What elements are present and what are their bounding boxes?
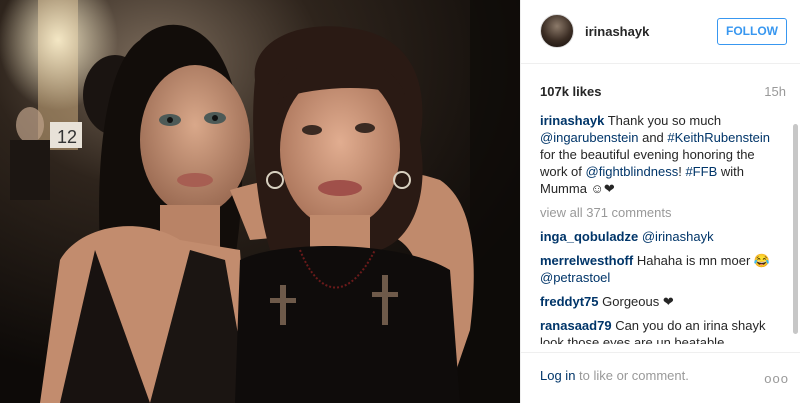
mention-link[interactable]: @ingarubenstein <box>540 130 638 145</box>
comment-username[interactable]: inga_qobuladze <box>540 229 638 244</box>
avatar[interactable] <box>540 14 574 48</box>
comments-scrollbar[interactable] <box>792 112 798 344</box>
scrollbar-thumb[interactable] <box>793 124 798 334</box>
login-prompt: Log in to like or comment. <box>540 368 689 383</box>
comment-text: Hahaha is mn moer 😂 <box>636 253 771 268</box>
ellipsis-icon[interactable]: ooo <box>764 371 789 386</box>
comment-username[interactable]: merrelwesthoff <box>540 253 633 268</box>
comment-item: ranasaad79 Can you do an irina shayk loo… <box>540 317 784 344</box>
mention-link[interactable]: @petrastoel <box>540 270 610 285</box>
comment-item: freddyt75 Gorgeous ❤ <box>540 293 784 310</box>
post-sidebar: irinashayk FOLLOW 107k likes 15h irinash… <box>520 0 800 403</box>
likes-count[interactable]: 107k likes <box>540 84 601 99</box>
table-number: 12 <box>57 127 77 147</box>
post-footer: Log in to like or comment. ooo <box>521 352 800 403</box>
comment-username[interactable]: ranasaad79 <box>540 318 612 333</box>
comment-text: Gorgeous ❤ <box>602 294 674 309</box>
post-time[interactable]: 15h <box>764 84 786 99</box>
comments-list: irinashayk Thank you so much @ingarubens… <box>540 112 784 344</box>
comment-username[interactable]: freddyt75 <box>540 294 599 309</box>
mention-link[interactable]: @irinashayk <box>642 229 714 244</box>
caption: irinashayk Thank you so much @ingarubens… <box>540 112 784 197</box>
login-link[interactable]: Log in <box>540 368 575 383</box>
comment-item: merrelwesthoff Hahaha is mn moer 😂 @petr… <box>540 252 784 286</box>
comment-text: Thank you so much <box>604 113 722 128</box>
photo-illustration: 12 <box>0 0 520 403</box>
login-prompt-rest: to like or comment. <box>575 368 689 383</box>
view-all-comments-link[interactable]: view all 371 comments <box>540 204 784 221</box>
comment-text: and <box>638 130 668 145</box>
comment-items: inga_qobuladze @irinashayk merrelwesthoff… <box>540 228 784 344</box>
post-header: irinashayk FOLLOW <box>521 0 800 64</box>
comment-item: inga_qobuladze @irinashayk <box>540 228 784 245</box>
mention-link[interactable]: @fightblindness <box>586 164 679 179</box>
post-photo[interactable]: 12 <box>0 0 520 403</box>
follow-button[interactable]: FOLLOW <box>717 18 787 45</box>
header-username[interactable]: irinashayk <box>585 24 649 39</box>
mention-link[interactable]: #KeithRubenstein <box>667 130 770 145</box>
caption-username[interactable]: irinashayk <box>540 113 604 128</box>
mention-link[interactable]: #FFB <box>685 164 717 179</box>
instagram-post: 12 irinashayk FOLLOW 107k likes 15h irin… <box>0 0 800 403</box>
